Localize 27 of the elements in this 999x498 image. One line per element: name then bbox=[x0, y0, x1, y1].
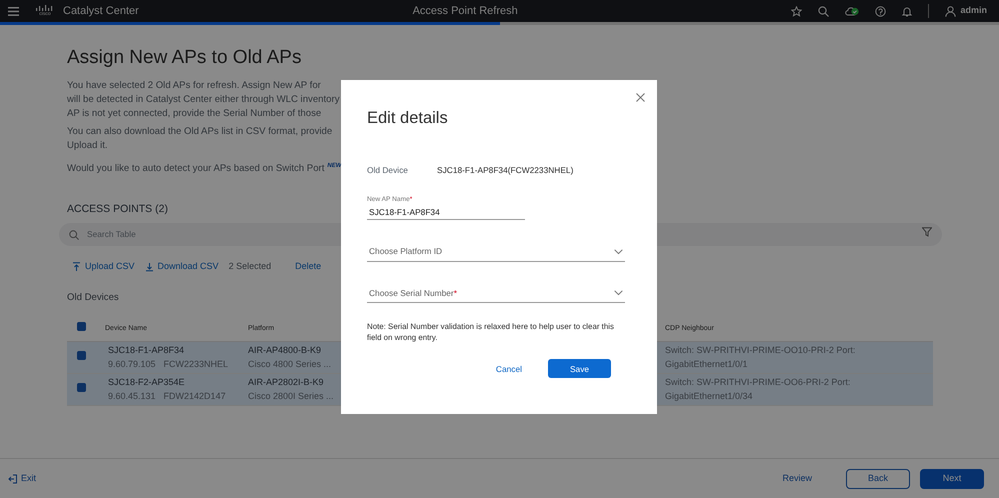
ip-address: 9.60.45.131 bbox=[108, 390, 156, 403]
platform-series: Cisco 2800I Series ... bbox=[248, 390, 334, 403]
platform-series: Cisco 4800 Series ... bbox=[248, 358, 332, 371]
description-line: You can also download the Old APs list in CSV format, provide bbox=[67, 124, 332, 138]
platform-id: AIR-AP4800-B-K9 bbox=[248, 344, 322, 358]
field-label: Old Device bbox=[367, 164, 409, 176]
platform-id: AIR-AP2802I-B-K9 bbox=[248, 376, 324, 390]
description-line: You have selected 2 Old APs for refresh. Assign New AP for bbox=[67, 78, 321, 92]
page-heading: Assign New APs to Old APs bbox=[67, 46, 302, 70]
serial-number: FCW2233NHEL bbox=[164, 358, 228, 371]
device-name: SJC18-F2-AP354E bbox=[108, 376, 185, 390]
description-line: Upload it. bbox=[67, 138, 108, 152]
app-title: Catalyst Center bbox=[63, 4, 139, 19]
old-device-value: SJC18-F1-AP8F34(FCW2233NHEL) bbox=[437, 164, 574, 175]
cdp-neighbour: Switch: SW-PRITHVI-PRIME-OO6-PRI-2 Port: GigabitEthernet1/0/34 bbox=[665, 376, 852, 403]
table-title: Old Devices bbox=[67, 290, 119, 305]
section-title: ACCESS POINTS (2) bbox=[67, 202, 168, 216]
serial-number: FDW2142D147 bbox=[164, 390, 226, 403]
description-line: AP is not yet connected, provide the Serial Number of those bbox=[67, 106, 322, 120]
ip-address: 9.60.79.105 bbox=[108, 358, 156, 371]
page-title: Access Point Refresh bbox=[412, 4, 519, 19]
cdp-neighbour: Switch: SW-PRITHVI-PRIME-OO10-PRI-2 Port: GigabitEthernet1/0/1 bbox=[665, 344, 856, 371]
modal-title: Edit details bbox=[367, 108, 449, 129]
description-line: will be detected in Catalyst Center either through WLC inventory bbox=[67, 92, 340, 106]
question-text: Would you like to auto detect your APs based on Switch Port bbox=[67, 162, 324, 176]
selected-count: 2 Selected bbox=[228, 260, 272, 274]
device-name: SJC18-F1-AP8F34 bbox=[108, 344, 184, 358]
